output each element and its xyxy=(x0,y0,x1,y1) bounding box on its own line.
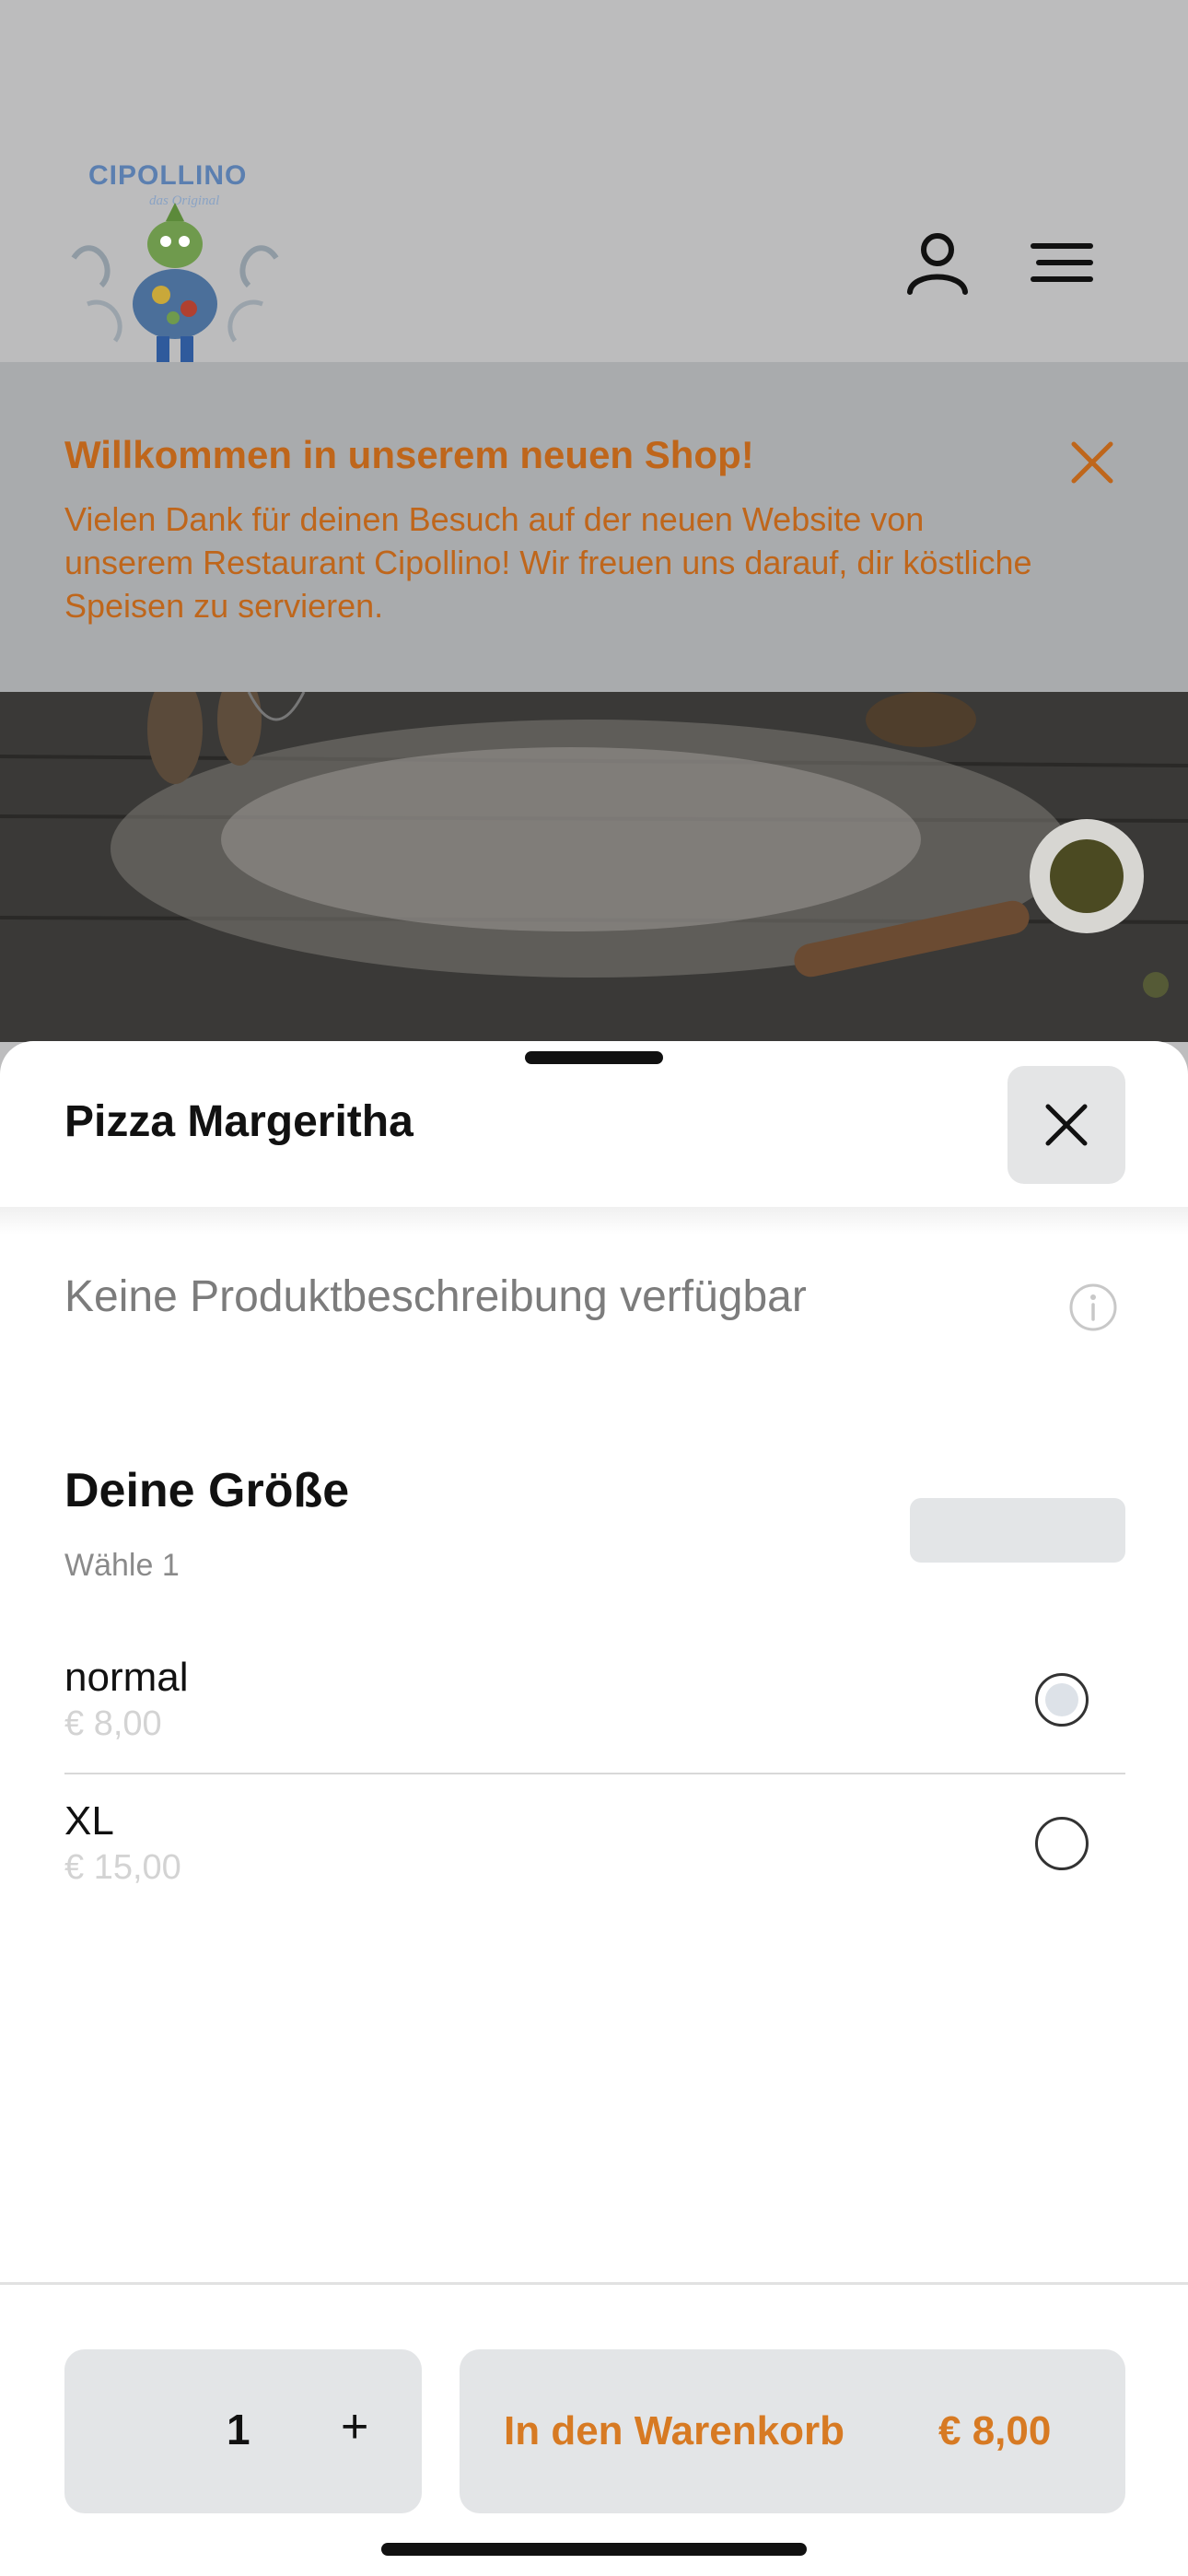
home-indicator xyxy=(381,2543,807,2556)
hero-image xyxy=(0,692,1188,1042)
welcome-text: Vielen Dank für deinen Besuch auf der ne… xyxy=(64,500,1032,625)
required-badge xyxy=(910,1498,1125,1563)
option-divider xyxy=(64,1773,1125,1774)
radio-button[interactable] xyxy=(1035,1817,1089,1870)
hero-photo-icon xyxy=(0,692,1188,1042)
menu-icon[interactable] xyxy=(1026,226,1100,299)
mascot-icon xyxy=(71,203,279,362)
increase-quantity-button[interactable]: + xyxy=(341,2399,368,2454)
add-to-cart-button[interactable]: In den Warenkorb € 8,00 xyxy=(460,2349,1125,2513)
size-group-title: Deine Größe xyxy=(64,1464,350,1517)
close-icon xyxy=(1045,1104,1088,1146)
add-to-cart-price: € 8,00 xyxy=(938,2408,1052,2453)
close-icon[interactable] xyxy=(1066,437,1118,488)
sheet-grabber[interactable] xyxy=(525,1051,663,1064)
cipollino-logo[interactable]: CIPOLLINO das Original xyxy=(64,157,285,364)
header-shadow xyxy=(0,1207,1188,1235)
footer-divider xyxy=(0,2282,1188,2285)
option-price: € 15,00 xyxy=(64,1848,181,1887)
option-name: XL xyxy=(64,1798,114,1844)
option-xl[interactable]: XL € 15,00 xyxy=(64,1798,1125,1937)
option-name: normal xyxy=(64,1655,189,1700)
quantity-stepper[interactable]: 1 + xyxy=(64,2349,422,2513)
welcome-title: Willkommen in unserem neuen Shop! xyxy=(64,433,754,476)
close-sheet-button[interactable] xyxy=(1007,1066,1125,1184)
product-description: Keine Produktbeschreibung verfügbar xyxy=(64,1272,807,1321)
info-icon[interactable] xyxy=(1068,1282,1118,1332)
user-icon[interactable] xyxy=(901,226,974,299)
quantity-value: 1 xyxy=(227,2406,250,2453)
size-group-subtitle: Wähle 1 xyxy=(64,1548,180,1583)
product-title: Pizza Margeritha xyxy=(64,1097,413,1146)
option-price: € 8,00 xyxy=(64,1704,162,1743)
add-to-cart-label: In den Warenkorb xyxy=(504,2408,844,2453)
radio-button-selected[interactable] xyxy=(1035,1673,1089,1727)
logo-text: CIPOLLINO xyxy=(88,160,248,191)
